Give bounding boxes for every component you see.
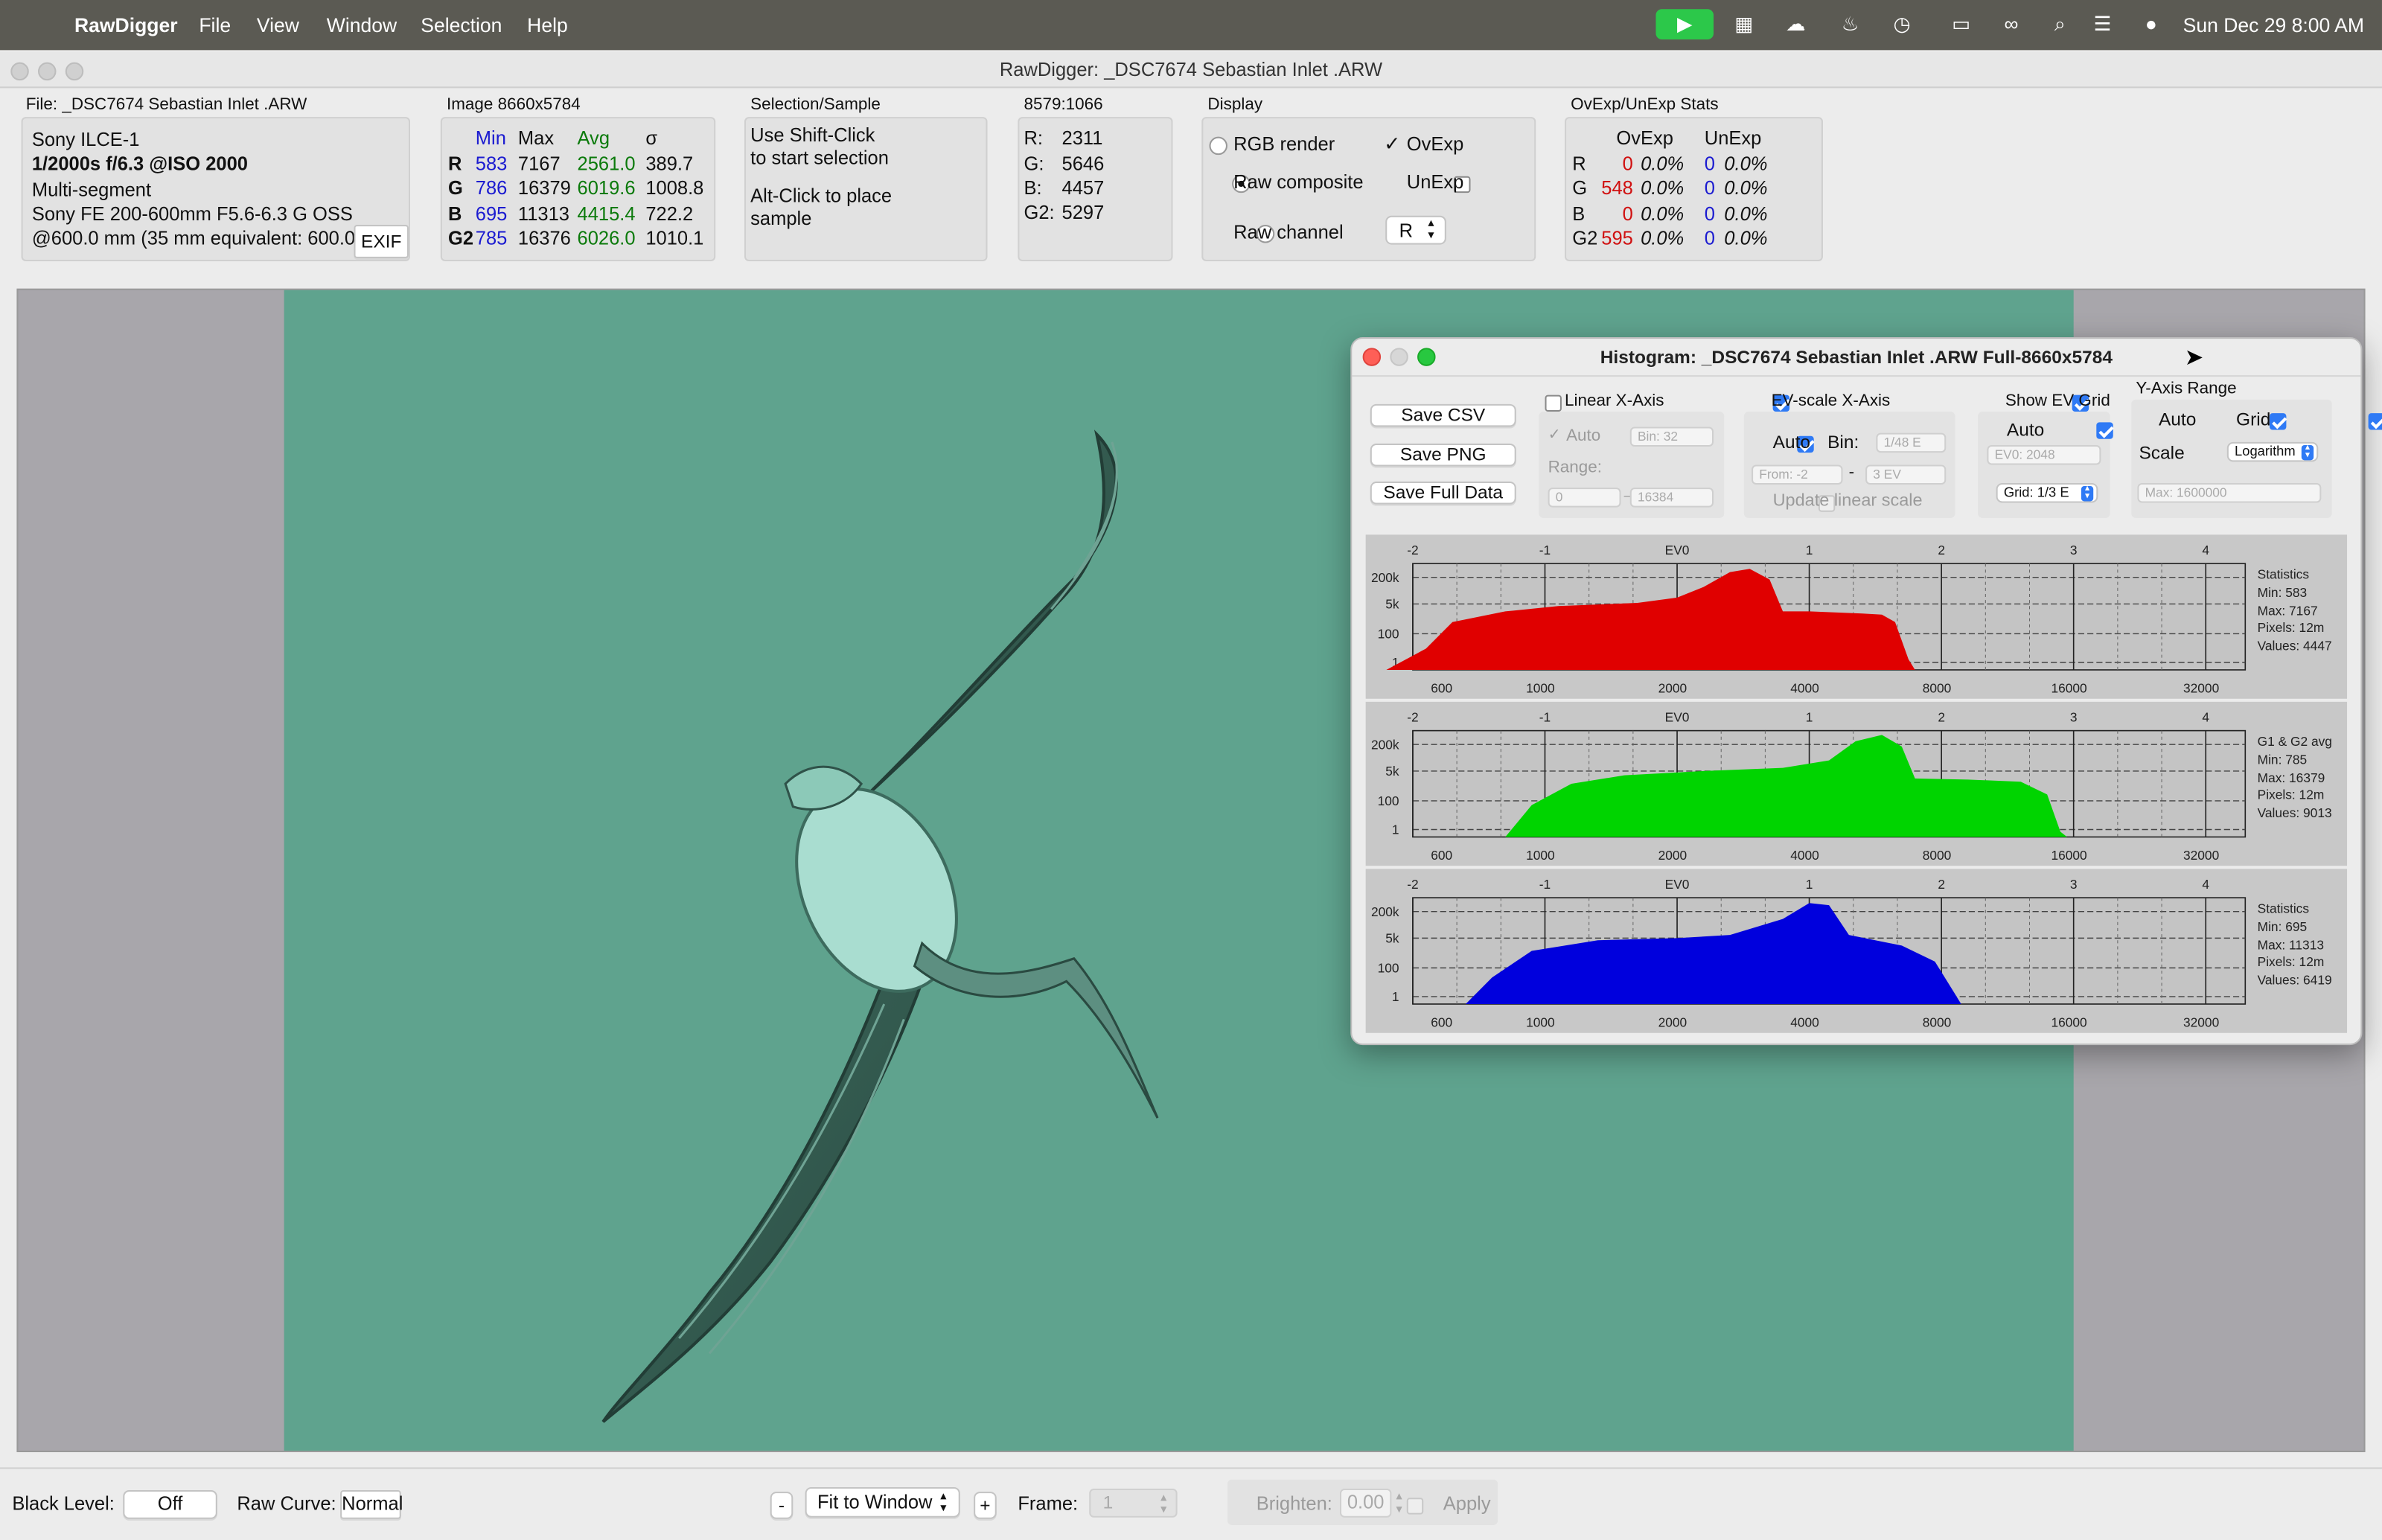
x-tick-label: 32000 xyxy=(2183,1015,2219,1030)
stats-blue-max: Max: 11313 xyxy=(2257,936,2325,952)
frame-label: Frame: xyxy=(1018,1493,1079,1515)
ev-tick-label: 4 xyxy=(2202,543,2209,557)
frame-select[interactable]: 1 ▴ ▾ xyxy=(1089,1488,1178,1518)
y-tick-label: 200k xyxy=(1371,570,1399,585)
frame-value: 1 xyxy=(1102,1492,1114,1513)
stats-red: Statistics Min: 583 Max: 7167 Pixels: 12… xyxy=(2258,566,2332,656)
brighten-label: Brighten: xyxy=(1256,1493,1332,1515)
brighten-stepper[interactable]: ▴ ▾ xyxy=(1396,1489,1402,1516)
x-tick-label: 1000 xyxy=(1526,1015,1555,1030)
zoom-in-button[interactable]: + xyxy=(974,1492,997,1519)
y-tick-label: 5k xyxy=(1385,764,1399,779)
black-level-label: Black Level: xyxy=(12,1493,115,1515)
x-tick-label: 16000 xyxy=(2051,1015,2086,1030)
ev-tick-label: -1 xyxy=(1539,709,1551,724)
ev-tick-label: 3 xyxy=(2070,709,2078,724)
y-tick-label: 100 xyxy=(1378,961,1399,976)
ev-tick-label: EV0 xyxy=(1665,877,1690,892)
ev-tick-label: 2 xyxy=(1938,543,1945,557)
stats-green-max: Max: 16379 xyxy=(2257,769,2325,785)
stats-red-values: Values: 4447 xyxy=(2257,638,2332,654)
stats-blue-pixels: Pixels: 12m xyxy=(2257,954,2325,970)
ev-tick-label: 1 xyxy=(1806,543,1813,557)
x-tick-label: 16000 xyxy=(2051,681,2086,696)
y-tick-label: 5k xyxy=(1385,931,1399,946)
y-tick-label: 200k xyxy=(1371,737,1399,752)
mouse-pointer-icon: ➤ xyxy=(2184,345,2204,371)
x-tick-label: 2000 xyxy=(1658,681,1687,696)
ev-tick-label: 3 xyxy=(2070,877,2078,892)
stats-blue-values: Values: 6419 xyxy=(2257,972,2332,988)
x-tick-label: 4000 xyxy=(1790,681,1819,696)
y-tick-label: 200k xyxy=(1371,904,1399,919)
stats-green: G1 & G2 avg Min: 785 Max: 16379 Pixels: … xyxy=(2258,734,2332,823)
stats-green-pixels: Pixels: 12m xyxy=(2257,787,2325,803)
ev-tick-label: -2 xyxy=(1407,543,1418,557)
ev-tick-label: -2 xyxy=(1407,709,1418,724)
stats-green-values: Values: 9013 xyxy=(2257,805,2332,821)
x-tick-label: 32000 xyxy=(2183,848,2219,863)
ev-tick-label: -1 xyxy=(1539,543,1551,557)
x-tick-label: 8000 xyxy=(1923,848,1952,863)
brighten-field[interactable]: 0.00 xyxy=(1339,1488,1392,1518)
y-tick-label: 100 xyxy=(1378,627,1399,642)
ev-tick-label: -1 xyxy=(1539,877,1551,892)
ev-tick-label: 4 xyxy=(2202,709,2209,724)
x-tick-label: 32000 xyxy=(2183,681,2219,696)
zoom-select[interactable]: Fit to Window ▴ ▾ xyxy=(805,1486,960,1518)
x-tick-label: 16000 xyxy=(2051,848,2086,863)
raw-curve-select[interactable]: Normal xyxy=(340,1490,403,1519)
black-level-select[interactable]: Off xyxy=(123,1490,217,1519)
x-tick-label: 600 xyxy=(1431,1015,1452,1030)
x-tick-label: 8000 xyxy=(1923,681,1952,696)
ev-tick-label: -2 xyxy=(1407,877,1418,892)
y-tick-label: 1 xyxy=(1392,822,1399,837)
ev-tick-label: EV0 xyxy=(1665,543,1690,557)
stats-green-title: G1 & G2 avg xyxy=(2257,733,2332,750)
x-tick-label: 1000 xyxy=(1526,848,1555,863)
y-tick-label: 5k xyxy=(1385,597,1399,612)
x-tick-label: 4000 xyxy=(1790,1015,1819,1030)
ev-tick-label: 2 xyxy=(1938,877,1945,892)
x-tick-label: 2000 xyxy=(1658,848,1687,863)
ev-tick-label: 1 xyxy=(1806,709,1813,724)
stats-red-title: Statistics xyxy=(2257,566,2310,582)
apply-button[interactable]: Apply xyxy=(1443,1493,1491,1515)
histogram-plots-svg: 200k 5k 100 1 -2 -1 EV0 1 2 3 4 600 1000 2000 4000 8000… xyxy=(1371,543,2247,1030)
chevron-updown-icon: ▴ ▾ xyxy=(1160,1490,1167,1516)
stats-red-max: Max: 7167 xyxy=(2257,602,2318,618)
ev-tick-label: 4 xyxy=(2202,877,2209,892)
x-tick-label: 600 xyxy=(1431,681,1452,696)
zoom-value: Fit to Window xyxy=(817,1492,933,1513)
y-tick-label: 1 xyxy=(1392,989,1399,1004)
stats-red-min: Min: 583 xyxy=(2257,584,2308,600)
ev-tick-label: 2 xyxy=(1938,709,1945,724)
x-tick-label: 4000 xyxy=(1790,848,1819,863)
x-tick-label: 600 xyxy=(1431,848,1452,863)
stats-red-pixels: Pixels: 12m xyxy=(2257,620,2325,636)
stats-blue-title: Statistics xyxy=(2257,901,2310,916)
x-tick-label: 8000 xyxy=(1923,1015,1952,1030)
zoom-out-button[interactable]: - xyxy=(770,1492,794,1519)
ev-tick-label: 3 xyxy=(2070,543,2078,557)
stats-blue: Statistics Min: 695 Max: 11313 Pixels: 1… xyxy=(2258,901,2332,990)
brighten-checkbox[interactable] xyxy=(1406,1498,1423,1515)
x-tick-label: 2000 xyxy=(1658,1015,1687,1030)
ev-tick-label: 1 xyxy=(1806,877,1813,892)
stats-blue-min: Min: 695 xyxy=(2257,918,2308,934)
y-tick-label: 100 xyxy=(1378,793,1399,808)
chevron-updown-icon: ▴ ▾ xyxy=(940,1488,947,1515)
raw-curve-label: Raw Curve: xyxy=(237,1493,336,1515)
ev-tick-label: EV0 xyxy=(1665,709,1690,724)
stats-green-min: Min: 785 xyxy=(2257,751,2308,767)
x-tick-label: 1000 xyxy=(1526,681,1555,696)
